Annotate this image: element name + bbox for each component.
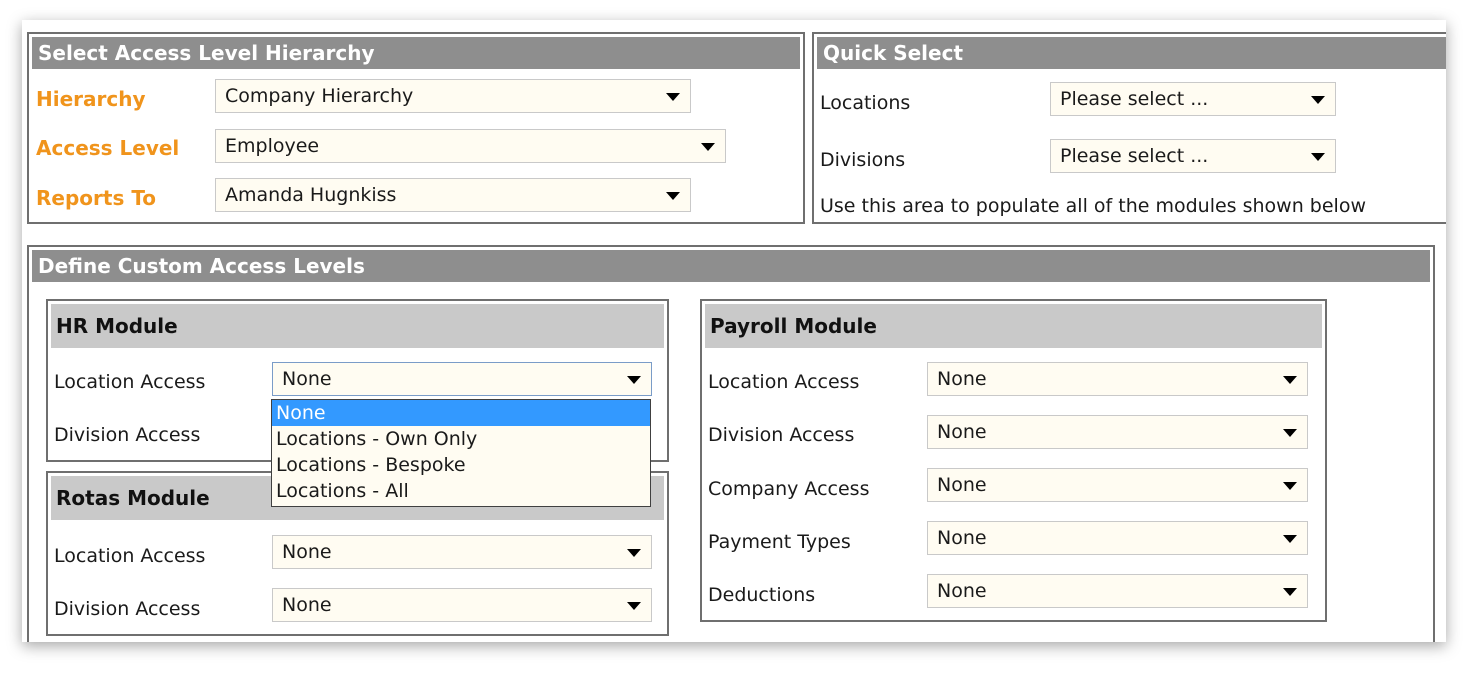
hierarchy-value: Company Hierarchy (225, 85, 414, 107)
access-level-select[interactable]: Employee (215, 129, 726, 163)
chevron-down-icon (1283, 588, 1297, 596)
rotas-division-access-value: None (282, 594, 332, 616)
locations-value: Please select ... (1060, 88, 1209, 110)
payroll-location-access-select[interactable]: None (927, 362, 1308, 396)
reports-to-label: Reports To (36, 186, 157, 210)
payroll-deductions-select[interactable]: None (927, 574, 1308, 608)
chevron-down-icon (627, 602, 641, 610)
hierarchy-select[interactable]: Company Hierarchy (215, 79, 691, 113)
divisions-select[interactable]: Please select ... (1050, 139, 1336, 173)
quick-select-title: Quick Select (817, 37, 1446, 69)
payroll-location-access-label: Location Access (708, 371, 860, 393)
dropdown-option-all[interactable]: Locations - All (272, 478, 650, 504)
hr-module-title: HR Module (51, 304, 664, 348)
payroll-deductions-label: Deductions (708, 584, 816, 606)
payroll-payment-types-select[interactable]: None (927, 521, 1308, 555)
chevron-down-icon (1283, 482, 1297, 490)
chevron-down-icon (1283, 429, 1297, 437)
chevron-down-icon (1283, 376, 1297, 384)
access-hierarchy-title: Select Access Level Hierarchy (32, 37, 800, 69)
quick-select-panel: Quick Select Locations Please select ...… (812, 32, 1446, 224)
locations-select[interactable]: Please select ... (1050, 82, 1336, 116)
hr-location-access-dropdown: None Locations - Own Only Locations - Be… (271, 399, 651, 507)
rotas-location-access-label: Location Access (54, 545, 206, 567)
locations-label: Locations (820, 92, 911, 114)
chevron-down-icon (701, 143, 715, 151)
access-settings-canvas: Select Access Level Hierarchy Hierarchy … (22, 20, 1446, 642)
chevron-down-icon (627, 549, 641, 557)
divisions-label: Divisions (820, 149, 906, 171)
rotas-division-access-label: Division Access (54, 598, 201, 620)
hierarchy-label: Hierarchy (36, 87, 146, 111)
hr-location-access-value: None (282, 368, 332, 390)
payroll-company-access-label: Company Access (708, 478, 870, 500)
divisions-value: Please select ... (1060, 145, 1209, 167)
dropdown-option-own-only[interactable]: Locations - Own Only (272, 426, 650, 452)
hr-location-access-select[interactable]: None (272, 362, 652, 396)
payroll-module-title: Payroll Module (705, 304, 1322, 348)
rotas-location-access-value: None (282, 541, 332, 563)
payroll-division-access-label: Division Access (708, 424, 855, 446)
custom-access-title: Define Custom Access Levels (32, 250, 1430, 282)
access-level-label: Access Level (36, 136, 180, 160)
payroll-company-access-select[interactable]: None (927, 468, 1308, 502)
chevron-down-icon (1283, 535, 1297, 543)
payroll-division-access-value: None (937, 421, 987, 443)
chevron-down-icon (666, 192, 680, 200)
rotas-location-access-select[interactable]: None (272, 535, 652, 569)
hr-location-access-label: Location Access (54, 371, 206, 393)
payroll-company-access-value: None (937, 474, 987, 496)
dropdown-option-bespoke[interactable]: Locations - Bespoke (272, 452, 650, 478)
reports-to-value: Amanda Hugnkiss (225, 184, 397, 206)
payroll-payment-types-value: None (937, 527, 987, 549)
chevron-down-icon (1311, 153, 1325, 161)
access-level-value: Employee (225, 135, 320, 157)
chevron-down-icon (627, 376, 641, 384)
hr-division-access-label: Division Access (54, 424, 201, 446)
rotas-division-access-select[interactable]: None (272, 588, 652, 622)
chevron-down-icon (1311, 96, 1325, 104)
chevron-down-icon (666, 93, 680, 101)
payroll-module-panel: Payroll Module Location Access None Divi… (700, 299, 1327, 622)
quick-select-hint: Use this area to populate all of the mod… (820, 195, 1366, 217)
dropdown-option-none[interactable]: None (272, 400, 650, 426)
reports-to-select[interactable]: Amanda Hugnkiss (215, 178, 691, 212)
payroll-division-access-select[interactable]: None (927, 415, 1308, 449)
access-hierarchy-panel: Select Access Level Hierarchy Hierarchy … (27, 32, 805, 224)
payroll-location-access-value: None (937, 368, 987, 390)
payroll-payment-types-label: Payment Types (708, 531, 851, 553)
payroll-deductions-value: None (937, 580, 987, 602)
